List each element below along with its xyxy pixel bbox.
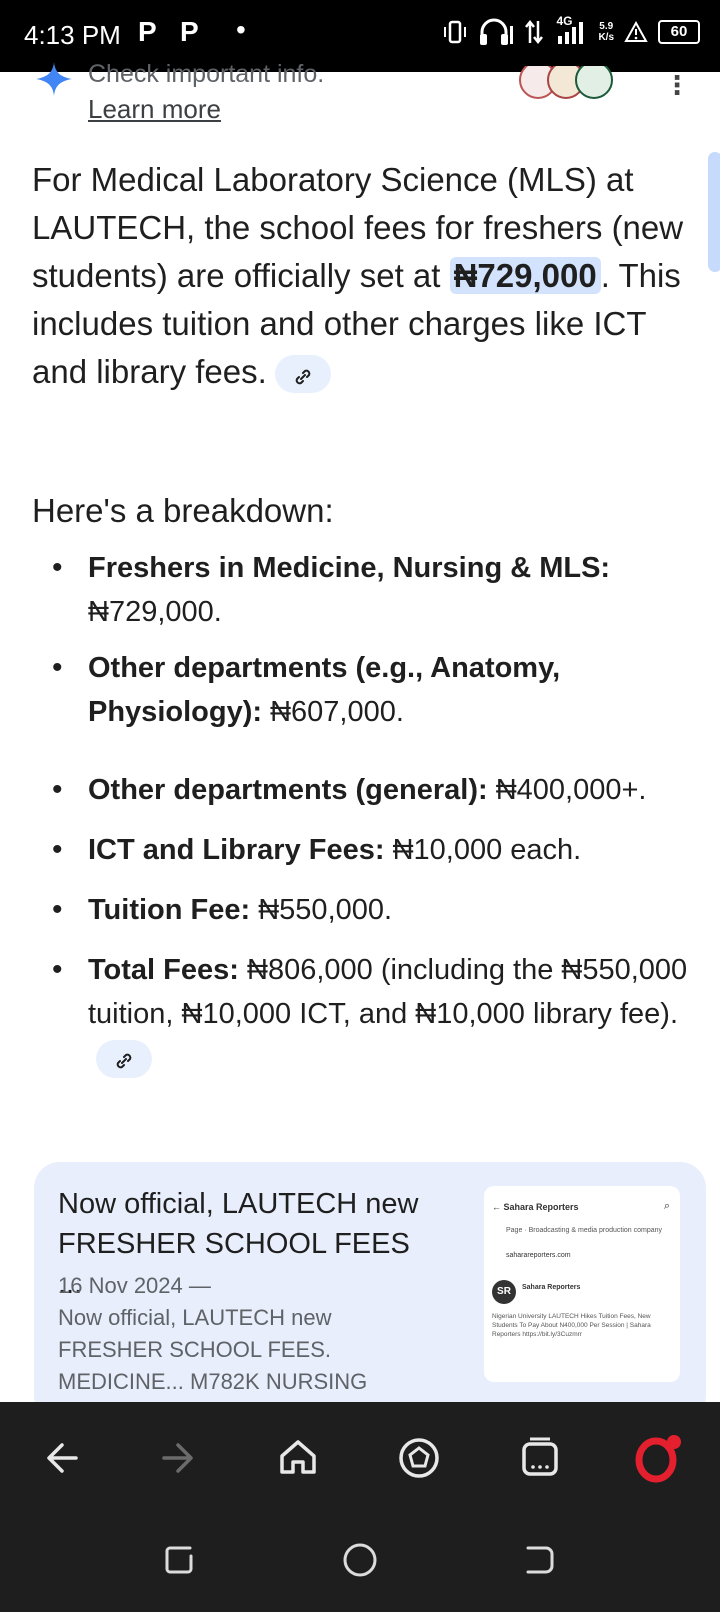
list-item: • Total Fees: ₦806,000 (including the ₦5… xyxy=(52,948,688,1080)
app-notification-icon: P xyxy=(180,16,199,47)
list-item: • Freshers in Medicine, Nursing & MLS: ₦… xyxy=(52,551,611,628)
important-info-text: Check important info. xyxy=(88,60,325,88)
more-options-icon[interactable]: ⋮ xyxy=(664,70,690,101)
app-notification-icon: P xyxy=(138,16,157,47)
headphones-icon xyxy=(480,18,514,45)
back-arrow-icon[interactable] xyxy=(36,1432,88,1484)
source-card[interactable]: Now official, LAUTECH new FRESHER SCHOOL… xyxy=(34,1162,706,1422)
link-icon xyxy=(295,369,311,384)
home-circle-icon[interactable] xyxy=(340,1540,380,1580)
system-navigation-bar xyxy=(0,1506,720,1612)
speed-dial-icon[interactable] xyxy=(393,1432,445,1484)
home-icon[interactable] xyxy=(272,1432,324,1484)
battery-indicator: 60 xyxy=(658,20,700,44)
recent-apps-icon[interactable] xyxy=(160,1540,200,1580)
source-link-chip[interactable] xyxy=(96,1040,152,1079)
source-link-chip[interactable] xyxy=(274,355,331,394)
list-item: • Other departments (e.g., Anatomy, Phys… xyxy=(52,651,561,728)
scrollbar[interactable] xyxy=(708,152,720,272)
avatar: SR xyxy=(492,1280,516,1304)
breakdown-heading: Here's a breakdown: xyxy=(32,492,334,529)
signal-icon: 4G xyxy=(554,14,588,46)
back-gesture-icon[interactable] xyxy=(520,1540,560,1580)
vibrate-icon xyxy=(444,20,467,44)
opera-icon[interactable] xyxy=(632,1432,684,1484)
link-icon xyxy=(116,1053,132,1068)
list-item: • ICT and Library Fees: ₦10,000 each. xyxy=(52,833,582,866)
fee-highlight[interactable]: ₦729,000 xyxy=(449,257,601,294)
back-arrow-icon: ← xyxy=(492,1202,501,1212)
data-transfer-icon xyxy=(525,19,544,45)
source-card-meta: 16 Nov 2024 — Now official, LAUTECH new … xyxy=(58,1273,368,1394)
browser-toolbar xyxy=(0,1402,720,1506)
learn-more-link[interactable]: Learn more xyxy=(88,94,221,125)
list-item: • Other departments (general): ₦400,000+… xyxy=(52,773,647,806)
answer-paragraph: For Medical Laboratory Science (MLS) at … xyxy=(32,156,692,396)
list-item: • Tuition Fee: ₦550,000. xyxy=(52,893,393,926)
gemini-sparkle-icon xyxy=(36,62,72,96)
tabs-icon[interactable] xyxy=(514,1432,566,1484)
search-icon: ⌕ xyxy=(663,1200,670,1212)
network-speed: 5.9 K/s xyxy=(598,21,614,43)
source-thumbnail[interactable]: ← Sahara Reporters ⌕ Page · Broadcasting… xyxy=(484,1186,680,1382)
warning-icon xyxy=(624,21,648,42)
status-time: 4:13 PM xyxy=(24,20,121,50)
source-favicons[interactable] xyxy=(516,66,616,100)
forward-arrow-icon[interactable] xyxy=(152,1432,204,1484)
more-notifications-icon: • xyxy=(236,14,246,45)
